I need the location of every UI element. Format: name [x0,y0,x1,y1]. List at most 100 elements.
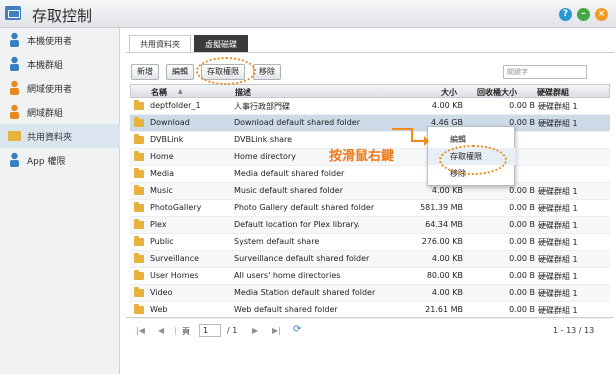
column-volume[interactable]: 硬碟群組 [537,87,569,98]
cell-desc: Media Station default shared folder [234,288,376,297]
table-row[interactable]: MediaMedia default shared folder46 [130,166,610,183]
cell-desc: 人事行政部門碟 [234,102,290,111]
cell-name: deptfolder_1 [150,101,201,110]
cell-size: 64.34 MB [425,220,463,229]
folder-icon [134,253,144,263]
cell-recycle: 0.00 B [509,305,535,314]
app-permission-icon [8,152,20,167]
record-range: 1 - 13 / 13 [553,326,595,335]
folder-icon [134,202,144,212]
sidebar-item-label: 本機群組 [27,61,64,71]
sidebar-item-3[interactable]: 網域群組 [0,100,120,124]
sidebar-item-label: 網域群組 [27,109,64,119]
cell-recycle: 0.00 B [509,254,535,263]
table-row[interactable]: User Homes All users' home directories 80.… [130,268,610,285]
remove-button[interactable]: 移除 [253,64,281,80]
cell-desc: Surveillance default shared folder [234,254,370,263]
cell-volume: 硬碟群組 1 [538,238,578,247]
folder-icon [134,287,144,297]
column-description[interactable]: 描述 [235,87,251,98]
cell-size: 80.00 KB [426,271,463,280]
folder-icon [134,270,144,280]
cell-volume: 硬碟群組 1 [538,289,578,298]
column-recycle-size[interactable]: 回收桶大小 [477,87,517,98]
right-click-annotation: 按滑鼠右鍵 [329,149,395,164]
table-row[interactable]: Video Media Station default shared folder… [130,285,610,302]
cell-volume: 硬碟群組 1 [538,119,578,128]
cell-desc: Default location for Plex library. [234,220,360,229]
sidebar-item-label: 網域使用者 [27,85,73,95]
folder-icon [134,304,144,314]
highlight-ring-toolbar [196,57,256,85]
page-label: 頁 [182,327,190,336]
cell-desc: DVBLink share [234,135,293,144]
sort-ascending-icon: ▲ [178,88,183,95]
cell-volume: 硬碟群組 1 [538,187,578,196]
cell-recycle: 0.00 B [509,220,535,229]
table-row[interactable]: Public System default share 276.00 KB 0.00 … [130,234,610,251]
refresh-icon[interactable]: ⟳ [293,324,301,335]
domain-user-icon [8,80,20,95]
cell-name: Media [150,169,175,178]
last-page-button[interactable]: ▶| [272,326,281,335]
create-button[interactable]: 新增 [131,64,159,80]
cell-name: Download [150,118,190,127]
annotation-arrow-icon [392,128,429,146]
table-row[interactable]: PhotoGallery Photo Gallery default shared… [130,200,610,217]
sidebar-item-label: 共用資料夾 [27,133,73,143]
next-page-button[interactable]: ▶ [252,326,258,335]
cell-desc: Media default shared folder [234,169,345,178]
cell-recycle: 0.00 B [509,237,535,246]
cell-name: User Homes [150,271,199,280]
table-row[interactable]: Surveillance Surveillance default shared … [130,251,610,268]
cell-size: 4.00 KB [431,288,463,297]
sidebar-item-label: App 權限 [27,157,66,167]
cell-volume: 硬碟群組 1 [538,306,578,315]
cell-volume: 硬碟群組 1 [538,255,578,264]
search-input[interactable]: 關鍵字 [503,65,587,79]
pagination-bar: |◀ ◀ | 頁 1 / 1 ▶ ▶| ⟳ 1 - 13 / 13 [126,317,614,343]
cell-desc: Home directory [234,152,296,161]
minimize-button[interactable]: – [577,8,590,21]
sidebar-item-1[interactable]: 本機群組 [0,52,120,76]
cell-size: 276.00 KB [421,237,463,246]
cell-name: Plex [150,220,167,229]
column-name[interactable]: 名稱 [151,87,167,98]
table-row[interactable]: deptfolder_1 人事行政部門碟 4.00 KB 0.00 B 硬碟群組 1 [130,98,610,115]
cell-size: 4.00 KB [431,101,463,110]
tab-shared-folders[interactable]: 共用資料夾 [129,35,191,52]
cell-desc: All users' home directories [234,271,341,280]
highlight-ring-menu [439,145,507,175]
table-row[interactable]: Plex Default location for Plex library. 64… [130,217,610,234]
pager-divider: | [174,326,177,335]
sidebar-item-4[interactable]: 共用資料夾 [0,124,120,148]
cell-size: 21.61 MB [425,305,463,314]
folder-icon [134,219,144,229]
cell-recycle: 0.00 B [509,101,535,110]
shared-folder-icon [8,131,21,141]
cell-name: Video [150,288,173,297]
help-button[interactable]: ? [559,8,572,21]
cell-name: Web [150,305,168,314]
table-row[interactable]: Download Download default shared folder 4.… [130,115,610,132]
sidebar-item-5[interactable]: App 權限 [0,148,120,172]
column-size[interactable]: 大小 [441,87,457,98]
sidebar-item-2[interactable]: 網域使用者 [0,76,120,100]
page-number-input[interactable]: 1 [199,324,221,337]
edit-button[interactable]: 編輯 [166,64,194,80]
first-page-button[interactable]: |◀ [136,326,145,335]
cell-recycle: 0.00 B [509,288,535,297]
close-button[interactable]: × [595,8,608,21]
cell-desc: Music default shared folder [234,186,344,195]
title-bar: 存取控制 ? – × [0,0,616,28]
table-header: 名稱 ▲ 描述 大小 回收桶大小 硬碟群組 [130,84,610,98]
cell-desc: Web default shared folder [234,305,338,314]
cell-recycle: 0.00 B [509,186,535,195]
tab-virtual-disk[interactable]: 虛擬磁碟 [194,35,248,52]
folder-icon [134,117,144,127]
table-row[interactable]: Music Music default shared folder 4.00 KB 0… [130,183,610,200]
sidebar-item-0[interactable]: 本機使用者 [0,28,120,52]
cell-name: PhotoGallery [150,203,202,212]
cell-recycle: 0.00 B [509,271,535,280]
prev-page-button[interactable]: ◀ [158,326,164,335]
